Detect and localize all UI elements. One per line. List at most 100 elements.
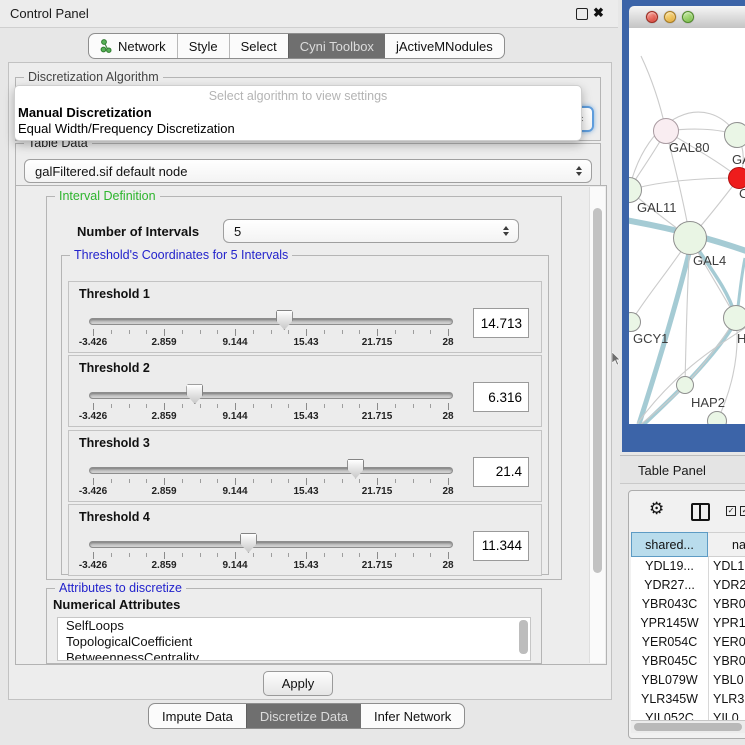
popup-hint-text: Select algorithm to view settings xyxy=(15,89,581,103)
threshold-value-field[interactable] xyxy=(473,457,529,487)
slider-tick xyxy=(288,404,289,408)
scrollbar-thumb[interactable] xyxy=(593,208,602,573)
network-canvas[interactable]: GAL80GACGAL11GAL4GCY1HHAP2 xyxy=(629,28,745,424)
slider-tick-label: 21.715 xyxy=(362,486,393,497)
slider-tick xyxy=(129,330,130,334)
slider-tick xyxy=(395,404,396,408)
network-node[interactable] xyxy=(723,305,745,331)
slider-tick xyxy=(146,330,147,334)
slider-tick xyxy=(324,404,325,408)
menu-item-manual-discretization[interactable]: Manual Discretization xyxy=(18,105,152,120)
slider-tick xyxy=(235,329,236,336)
slider-tick xyxy=(306,329,307,336)
table-row[interactable]: YPR145WYPR1 xyxy=(631,614,745,633)
tab-discretize-data[interactable]: Discretize Data xyxy=(246,704,361,728)
slider-tick-label: 15.43 xyxy=(293,337,318,348)
list-item-selfloops[interactable]: SelfLoops xyxy=(58,618,530,634)
slider-thumb[interactable] xyxy=(240,533,257,553)
algorithm-group-title: Discretization Algorithm xyxy=(24,70,163,84)
slider-tick xyxy=(182,330,183,334)
panel-scrollbar[interactable] xyxy=(589,187,605,663)
apply-button[interactable]: Apply xyxy=(263,671,333,696)
table-row[interactable]: YBL079WYBL0 xyxy=(631,671,745,690)
panel-title: Control Panel xyxy=(10,6,89,21)
tab-impute-data[interactable]: Impute Data xyxy=(149,704,246,728)
tab-network[interactable]: Network xyxy=(89,34,177,58)
threshold-value-field[interactable] xyxy=(473,531,529,561)
network-node[interactable] xyxy=(676,376,694,394)
slider-track[interactable] xyxy=(89,318,453,325)
zoom-traffic-light-icon[interactable] xyxy=(682,11,694,23)
table-data-combo[interactable]: galFiltered.sif default node xyxy=(24,159,592,183)
cell-name: YBR0 xyxy=(708,595,745,614)
slider-tick xyxy=(448,403,449,410)
tab-select[interactable]: Select xyxy=(229,34,288,58)
network-node[interactable] xyxy=(673,221,707,255)
threshold-label: Threshold 2 xyxy=(79,361,150,375)
slider-tick-label: 28 xyxy=(442,486,453,497)
combo-arrows-icon xyxy=(576,166,582,176)
slider-tick xyxy=(217,479,218,483)
table-row[interactable]: YBR045CYBR0 xyxy=(631,652,745,671)
slider-thumb[interactable] xyxy=(186,384,203,404)
slider-tick-label: -3.426 xyxy=(79,411,107,422)
tab-cyni-toolbox[interactable]: Cyni Toolbox xyxy=(288,34,385,58)
cell-name: YPR1 xyxy=(708,614,745,633)
table-row[interactable]: YDR27...YDR2 xyxy=(631,576,745,595)
list-scrollbar[interactable] xyxy=(519,620,528,654)
tab-jactivemnodules[interactable]: jActiveMNodules xyxy=(385,34,504,58)
algorithm-dropdown-popup: Select algorithm to view settings Manual… xyxy=(14,85,582,141)
number-of-intervals-label: Number of Intervals xyxy=(77,224,199,239)
table-row[interactable]: YDL19...YDL1 xyxy=(631,557,745,576)
table-row[interactable]: YLR345WYLR3 xyxy=(631,690,745,709)
checkbox-icon[interactable]: ✓ xyxy=(740,506,745,516)
table-row[interactable]: YER054CYER0 xyxy=(631,633,745,652)
list-item-betweennesscentrality[interactable]: BetweennessCentrality xyxy=(58,650,530,661)
tab-infer-network[interactable]: Infer Network xyxy=(361,704,464,728)
slider-track[interactable] xyxy=(89,541,453,548)
cell-name: YDR2 xyxy=(708,576,745,595)
slider-tick xyxy=(93,329,94,336)
scrollbar-thumb[interactable] xyxy=(634,723,742,731)
menu-item-equal-width-frequency[interactable]: Equal Width/Frequency Discretization xyxy=(18,121,235,136)
minimize-traffic-light-icon[interactable] xyxy=(664,11,676,23)
columns-icon[interactable] xyxy=(691,503,710,521)
slider-track[interactable] xyxy=(89,467,453,474)
slider-track[interactable] xyxy=(89,392,453,399)
slider-tick xyxy=(413,404,414,408)
slider-tick-label: 21.715 xyxy=(362,411,393,422)
column-header-name[interactable]: na xyxy=(708,532,745,557)
threshold-value-field[interactable] xyxy=(473,382,529,412)
horizontal-scrollbar[interactable] xyxy=(631,720,745,733)
gear-icon[interactable]: ⚙ xyxy=(649,499,664,519)
slider-tick xyxy=(235,552,236,559)
table-panel-title: Table Panel xyxy=(638,463,706,478)
threshold-value-field[interactable] xyxy=(473,308,529,338)
number-of-intervals-combo[interactable]: 5 xyxy=(223,219,519,243)
network-node[interactable] xyxy=(724,122,745,148)
node-label-gal11: GAL11 xyxy=(637,200,677,215)
tab-style[interactable]: Style xyxy=(177,34,229,58)
network-node[interactable] xyxy=(707,411,727,424)
slider-tick xyxy=(430,479,431,483)
cell-name: YLR3 xyxy=(708,690,744,709)
network-window-titlebar[interactable] xyxy=(629,6,745,29)
table-row[interactable]: YIL052CYIL0 xyxy=(631,709,745,720)
list-item-topologicalcoefficient[interactable]: TopologicalCoefficient xyxy=(58,634,530,650)
cell-name: YIL0 xyxy=(708,709,739,720)
table-row[interactable]: YBR043CYBR0 xyxy=(631,595,745,614)
control-panel-titlebar: Control Panel ✖ xyxy=(0,0,618,28)
float-window-icon[interactable] xyxy=(576,8,588,20)
numerical-attributes-list[interactable]: SelfLoopsTopologicalCoefficientBetweenne… xyxy=(57,617,531,661)
close-icon[interactable]: ✖ xyxy=(593,5,604,21)
slider-thumb[interactable] xyxy=(347,459,364,479)
close-traffic-light-icon[interactable] xyxy=(646,11,658,23)
slider-tick xyxy=(271,330,272,334)
checkbox-icon[interactable]: ✓ xyxy=(726,506,736,516)
slider-tick-label: 15.43 xyxy=(293,560,318,571)
slider-thumb[interactable] xyxy=(276,310,293,330)
cell-shared-name: YBR043C xyxy=(631,595,708,614)
column-header-shared-name[interactable]: shared... xyxy=(631,532,708,557)
cell-shared-name: YER054C xyxy=(631,633,708,652)
slider-tick xyxy=(164,478,165,485)
